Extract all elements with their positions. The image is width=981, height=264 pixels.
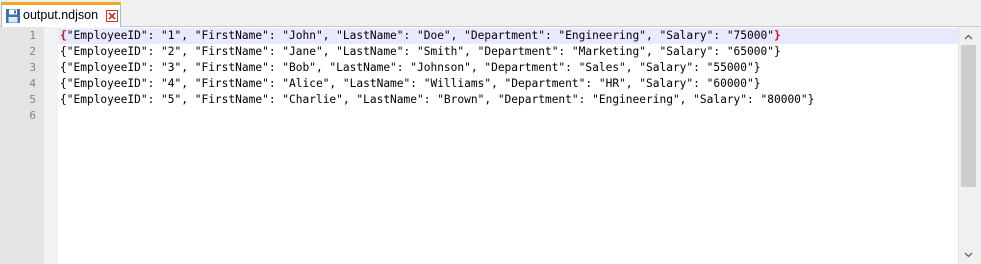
floppy-disk-icon [6, 9, 20, 23]
brace: { [60, 61, 67, 74]
tab-bar: output.ndjson [0, 0, 981, 27]
brace: { [60, 93, 67, 106]
tab-title: output.ndjson [23, 8, 99, 22]
close-icon[interactable] [106, 10, 118, 22]
brace: } [773, 45, 781, 58]
scroll-down-button[interactable] [959, 246, 978, 263]
brace: { [60, 45, 67, 58]
scroll-thumb[interactable] [961, 45, 976, 187]
brace: } [753, 61, 761, 74]
code-text: "EmployeeID": "4", "FirstName": "Alice",… [66, 77, 754, 90]
code-line[interactable]: {"EmployeeID": "5", "FirstName": "Charli… [58, 92, 958, 108]
chevron-down-icon [964, 252, 973, 257]
fold-margin[interactable] [44, 27, 58, 264]
scroll-up-button[interactable] [959, 28, 978, 45]
code-text: "EmployeeID": "3", "FirstName": "Bob", "… [66, 61, 754, 74]
code-text: "EmployeeID": "5", "FirstName": "Charlie… [66, 93, 808, 106]
code-text: "EmployeeID": "1", "FirstName": "John", … [66, 29, 774, 42]
code-line[interactable] [58, 108, 958, 124]
code-text: "EmployeeID": "2", "FirstName": "Jane", … [66, 45, 774, 58]
code-line[interactable]: {"EmployeeID": "3", "FirstName": "Bob", … [58, 60, 958, 76]
line-number-gutter: 1 2 3 4 5 6 [0, 27, 44, 264]
line-number: 1 [29, 29, 36, 42]
code-line[interactable]: {"EmployeeID": "2", "FirstName": "Jane",… [58, 44, 958, 60]
brace: } [753, 77, 761, 90]
chevron-up-icon [964, 34, 973, 39]
line-number: 2 [29, 45, 36, 58]
brace: } [807, 93, 815, 106]
line-number: 3 [29, 61, 36, 74]
line-number: 4 [29, 77, 36, 90]
tab-output-ndjson[interactable]: output.ndjson [1, 2, 121, 27]
editor[interactable]: 1 2 3 4 5 6 {"EmployeeID": "1", "FirstNa… [0, 27, 981, 264]
brace: { [60, 29, 67, 42]
code-line[interactable]: {"EmployeeID": "1", "FirstName": "John",… [58, 28, 958, 44]
line-number: 5 [29, 93, 36, 106]
window-edge [977, 27, 981, 264]
vertical-scrollbar[interactable] [958, 27, 977, 264]
code-area[interactable]: {"EmployeeID": "1", "FirstName": "John",… [58, 27, 958, 264]
line-number: 6 [29, 109, 36, 122]
code-line[interactable]: {"EmployeeID": "4", "FirstName": "Alice"… [58, 76, 958, 92]
brace: } [773, 29, 781, 42]
brace: { [60, 77, 67, 90]
